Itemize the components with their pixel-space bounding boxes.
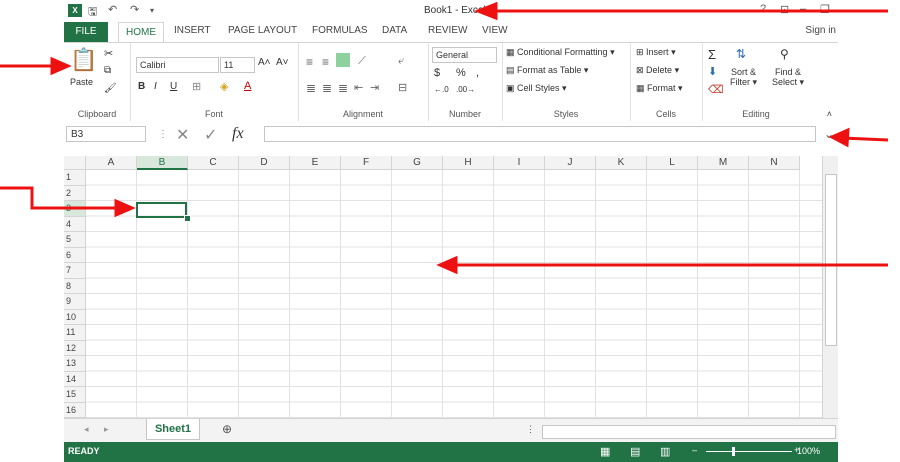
annotation-arrowhead-paste: [50, 56, 72, 76]
annotation-arrowhead-cell: [114, 198, 136, 218]
annotation-arrowhead-grid: [436, 255, 458, 275]
annotation-arrowhead-formula-bar: [828, 127, 850, 148]
annotation-arrow-cell: [0, 186, 118, 210]
annotation-arrows: [0, 1, 889, 275]
annotation-arrowhead-title: [473, 1, 498, 21]
